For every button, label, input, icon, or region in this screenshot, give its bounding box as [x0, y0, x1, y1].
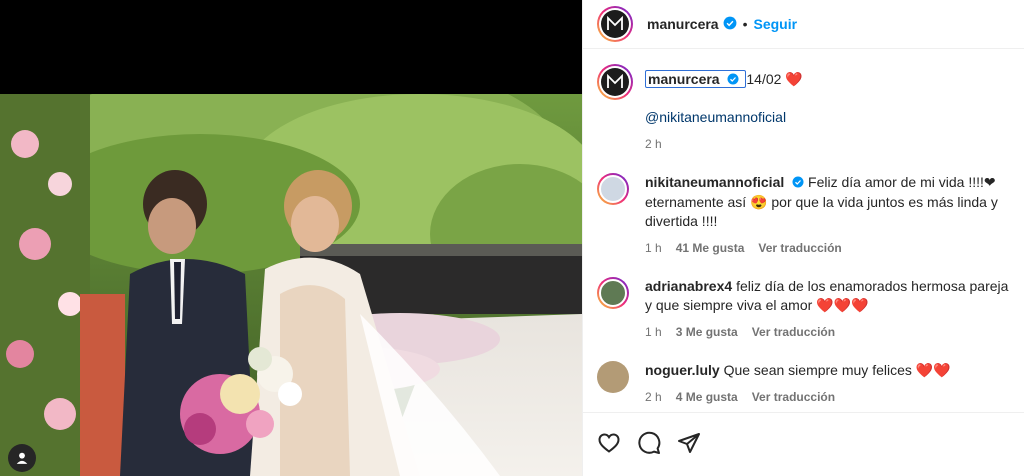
wedding-photo [0, 94, 582, 476]
speech-bubble-icon[interactable] [637, 431, 661, 455]
commenter-avatar[interactable] [597, 276, 629, 309]
caption-mention[interactable]: @nikitaneumannoficial [645, 108, 803, 127]
comments-list[interactable]: manurcera 14/02 ❤️ @nikitaneumannoficial… [583, 50, 1024, 412]
post-photo[interactable] [0, 94, 582, 476]
comment-text: Que sean siempre muy felices ❤️❤️ [723, 361, 951, 378]
caption-time[interactable]: 2 h [645, 137, 662, 151]
comment-username[interactable]: adrianabrex4 [645, 278, 732, 294]
commenter-avatar[interactable] [597, 172, 629, 205]
post-media[interactable] [0, 0, 582, 476]
commenter-avatar[interactable] [597, 360, 629, 393]
translate-button[interactable]: Ver traducción [758, 241, 841, 255]
post-header: manurcera • Seguir [583, 0, 1024, 49]
caption-text: 14/02 [746, 71, 782, 87]
heart-emoji: ❤️ [785, 71, 803, 87]
comment-time[interactable]: 1 h [645, 325, 662, 339]
verified-badge-icon [727, 71, 739, 90]
author-avatar[interactable] [597, 6, 633, 42]
translate-button[interactable]: Ver traducción [752, 390, 835, 404]
brand-logo-icon [601, 10, 629, 38]
comment-item: noguer.luly Que sean siempre muy felices… [597, 360, 1012, 404]
comment-item: adrianabrex4 feliz día de los enamorados… [597, 276, 1012, 339]
comment-username[interactable]: nikitaneumannoficial [645, 174, 784, 190]
post-details-panel: manurcera • Seguir manurcera 14/02 ❤️ @n… [582, 0, 1024, 476]
user-tag-icon [16, 452, 28, 464]
comment-time[interactable]: 1 h [645, 241, 662, 255]
comment-time[interactable]: 2 h [645, 390, 662, 404]
translate-button[interactable]: Ver traducción [752, 325, 835, 339]
brand-logo-icon [601, 68, 629, 96]
comment-likes[interactable]: 41 Me gusta [676, 241, 745, 255]
action-bar [583, 412, 1024, 476]
separator-dot: • [742, 16, 748, 32]
author-username[interactable]: manurcera [647, 16, 719, 32]
caption: manurcera 14/02 ❤️ @nikitaneumannoficial… [597, 64, 1012, 151]
heart-outline-icon[interactable] [597, 431, 621, 455]
caption-avatar[interactable] [597, 64, 633, 100]
follow-button[interactable]: Seguir [754, 16, 798, 32]
paper-plane-icon[interactable] [677, 431, 701, 455]
caption-username[interactable]: manurcera [648, 71, 720, 87]
verified-badge-icon [792, 174, 804, 193]
tag-people-button[interactable] [8, 444, 36, 472]
comment-item: nikitaneumannoficial Feliz día amor de m… [597, 172, 1012, 255]
comment-username[interactable]: noguer.luly [645, 362, 720, 378]
comment-likes[interactable]: 3 Me gusta [676, 325, 738, 339]
comment-likes[interactable]: 4 Me gusta [676, 390, 738, 404]
verified-badge-icon [723, 16, 737, 33]
